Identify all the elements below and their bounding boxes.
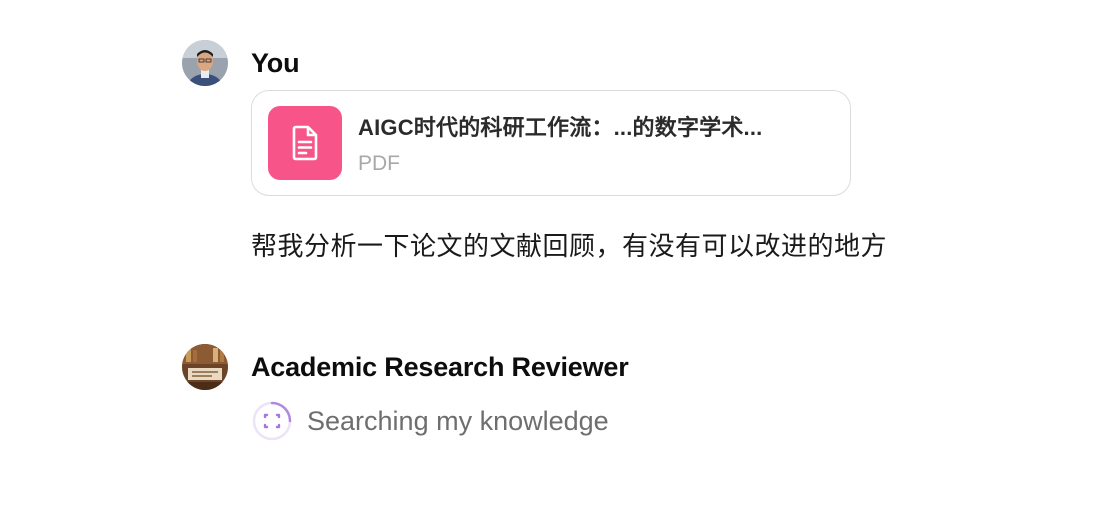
user-avatar[interactable]: [182, 40, 228, 86]
user-message: You AIGC时代的科研工作流：...的数字学术... PDF 帮我分析一下论…: [182, 40, 1060, 263]
assistant-author-name: Academic Research Reviewer: [251, 351, 629, 382]
chat-transcript: You AIGC时代的科研工作流：...的数字学术... PDF 帮我分析一下论…: [0, 0, 1120, 528]
document-icon: [268, 106, 342, 180]
assistant-message: Academic Research Reviewer Searching my …: [182, 344, 1060, 442]
user-message-text: 帮我分析一下论文的文献回顾，有没有可以改进的地方: [251, 231, 888, 261]
assistant-message-header: Academic Research Reviewer: [182, 344, 1060, 390]
status-text: Searching my knowledge: [307, 405, 609, 436]
file-attachment[interactable]: AIGC时代的科研工作流：...的数字学术... PDF: [251, 90, 851, 196]
user-author-name: You: [251, 47, 300, 78]
loading-spinner-icon: [252, 401, 292, 441]
file-type: PDF: [358, 152, 400, 175]
user-message-body: AIGC时代的科研工作流：...的数字学术... PDF 帮我分析一下论文的文献…: [251, 90, 1060, 263]
search-status: Searching my knowledge: [251, 400, 1060, 442]
assistant-avatar[interactable]: [182, 344, 228, 390]
user-message-header: You: [182, 40, 1060, 86]
file-meta: AIGC时代的科研工作流：...的数字学术... PDF: [358, 110, 762, 176]
assistant-message-body: Searching my knowledge: [251, 400, 1060, 442]
file-name: AIGC时代的科研工作流：...的数字学术...: [358, 115, 763, 140]
